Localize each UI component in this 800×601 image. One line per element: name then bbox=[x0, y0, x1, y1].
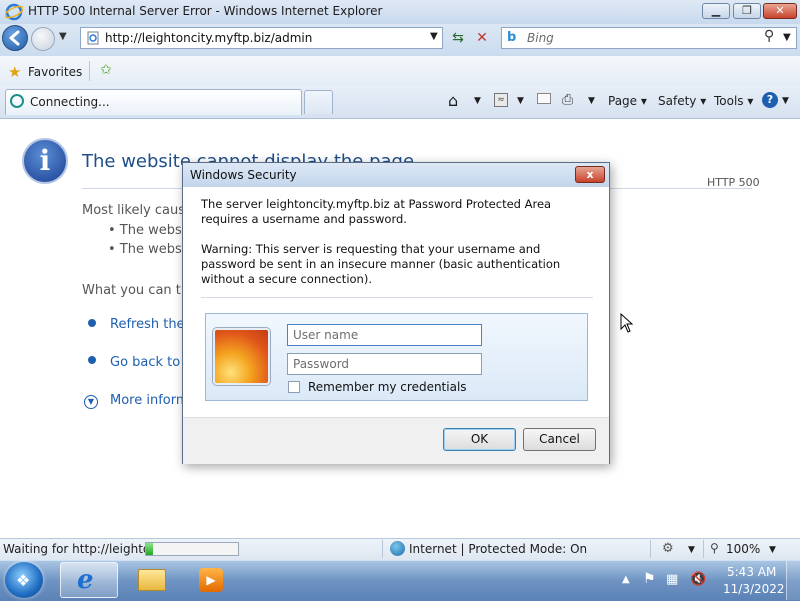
mail-icon[interactable] bbox=[537, 93, 551, 104]
bullet-icon bbox=[88, 319, 96, 327]
status-text: Waiting for http://leightor bbox=[3, 542, 156, 556]
windows-logo-icon: ❖ bbox=[16, 571, 31, 590]
search-icon[interactable]: ⚲ bbox=[764, 28, 774, 44]
favorites-star-icon[interactable]: ★ bbox=[8, 63, 21, 81]
refresh-icon[interactable]: ⇆ bbox=[447, 27, 469, 49]
divider bbox=[382, 540, 383, 558]
bullet-icon bbox=[88, 356, 96, 364]
bing-icon: b bbox=[507, 30, 517, 45]
divider bbox=[703, 540, 704, 558]
remember-credentials-checkbox[interactable] bbox=[288, 381, 300, 393]
progress-bar bbox=[145, 542, 239, 556]
stop-icon[interactable]: ✕ bbox=[471, 27, 493, 49]
mouse-cursor-icon bbox=[620, 312, 634, 336]
ie-icon bbox=[4, 3, 24, 21]
taskbar bbox=[0, 560, 800, 601]
chevron-down-icon[interactable]: ▼ bbox=[688, 545, 695, 555]
divider bbox=[650, 540, 651, 558]
chevron-down-icon[interactable]: ▼ bbox=[474, 96, 481, 106]
security-zone-text[interactable]: Internet | Protected Mode: On bbox=[409, 542, 587, 556]
chevron-down-icon[interactable]: ▼ bbox=[588, 96, 595, 106]
page-menu[interactable]: Page ▾ bbox=[608, 94, 647, 108]
favorites-button[interactable]: Favorites bbox=[28, 65, 82, 79]
what-you-can-try-heading: What you can try: bbox=[82, 283, 198, 298]
show-desktop-button[interactable] bbox=[786, 561, 800, 600]
home-icon[interactable]: ⌂ bbox=[448, 91, 458, 110]
dialog-close-button[interactable]: x bbox=[575, 166, 605, 183]
feeds-icon[interactable]: ≈ bbox=[494, 93, 508, 107]
zoom-icon[interactable]: ⚲ bbox=[710, 541, 719, 555]
password-input[interactable] bbox=[287, 353, 482, 375]
safety-menu[interactable]: Safety ▾ bbox=[658, 94, 706, 108]
clock-time[interactable]: 5:43 AM bbox=[727, 565, 776, 579]
search-dropdown-icon[interactable]: ▼ bbox=[783, 32, 791, 43]
volume-muted-icon[interactable]: 🔇 bbox=[690, 572, 706, 587]
folder-icon bbox=[138, 569, 166, 591]
minimize-button[interactable]: ▁ bbox=[702, 3, 730, 19]
user-tile-icon bbox=[213, 328, 270, 385]
divider bbox=[89, 61, 90, 81]
back-button[interactable] bbox=[2, 25, 28, 51]
zoom-level[interactable]: 100% bbox=[726, 542, 760, 556]
page-icon bbox=[86, 31, 100, 45]
globe-icon bbox=[390, 541, 405, 556]
ie-icon: e bbox=[77, 565, 94, 595]
ok-button[interactable]: OK bbox=[443, 428, 516, 451]
search-input[interactable]: Bing bbox=[527, 31, 554, 45]
recent-pages-dropdown[interactable]: ▼ bbox=[59, 31, 67, 42]
remember-credentials-label[interactable]: Remember my credentials bbox=[308, 380, 467, 394]
action-center-flag-icon[interactable]: ⚑ bbox=[643, 571, 656, 587]
show-hidden-icons-icon[interactable]: ▲ bbox=[622, 574, 630, 585]
dialog-message: The server leightoncity.myftp.biz at Pas… bbox=[201, 197, 552, 226]
help-icon[interactable]: ? bbox=[762, 92, 778, 108]
cancel-button[interactable]: Cancel bbox=[523, 428, 596, 451]
favorites-bar bbox=[0, 56, 800, 87]
info-icon: i bbox=[22, 138, 68, 184]
dialog-title: Windows Security bbox=[190, 168, 297, 182]
forward-button[interactable] bbox=[31, 27, 55, 51]
clock-date[interactable]: 11/3/2022 bbox=[723, 582, 785, 596]
maximize-button[interactable]: ❐ bbox=[733, 3, 761, 19]
print-icon[interactable]: ⎙ bbox=[562, 92, 573, 108]
chevron-down-icon[interactable]: ▼ bbox=[782, 96, 789, 106]
add-to-favorites-icon[interactable]: ✩ bbox=[96, 62, 116, 80]
network-icon[interactable]: ▦ bbox=[666, 572, 678, 587]
safety-gear-icon[interactable]: ⚙ bbox=[662, 541, 674, 556]
progress-fill bbox=[146, 543, 153, 555]
close-window-button[interactable]: ✕ bbox=[763, 3, 797, 19]
loading-spinner-icon bbox=[10, 94, 24, 108]
tools-menu[interactable]: Tools ▾ bbox=[714, 94, 753, 108]
username-input[interactable] bbox=[287, 324, 482, 346]
tab-label[interactable]: Connecting... bbox=[30, 95, 110, 109]
expand-icon[interactable]: ▼ bbox=[84, 395, 98, 409]
dialog-warning: Warning: This server is requesting that … bbox=[201, 242, 561, 286]
new-tab-button[interactable] bbox=[304, 90, 333, 114]
address-dropdown-icon[interactable]: ▼ bbox=[430, 31, 438, 42]
chevron-down-icon[interactable]: ▼ bbox=[517, 96, 524, 106]
chevron-down-icon[interactable]: ▼ bbox=[769, 545, 776, 555]
media-player-icon: ▶ bbox=[199, 568, 223, 592]
divider bbox=[201, 297, 593, 298]
address-url[interactable]: http://leightoncity.myftp.biz/admin bbox=[105, 31, 312, 45]
window-title: HTTP 500 Internal Server Error - Windows… bbox=[28, 4, 383, 18]
